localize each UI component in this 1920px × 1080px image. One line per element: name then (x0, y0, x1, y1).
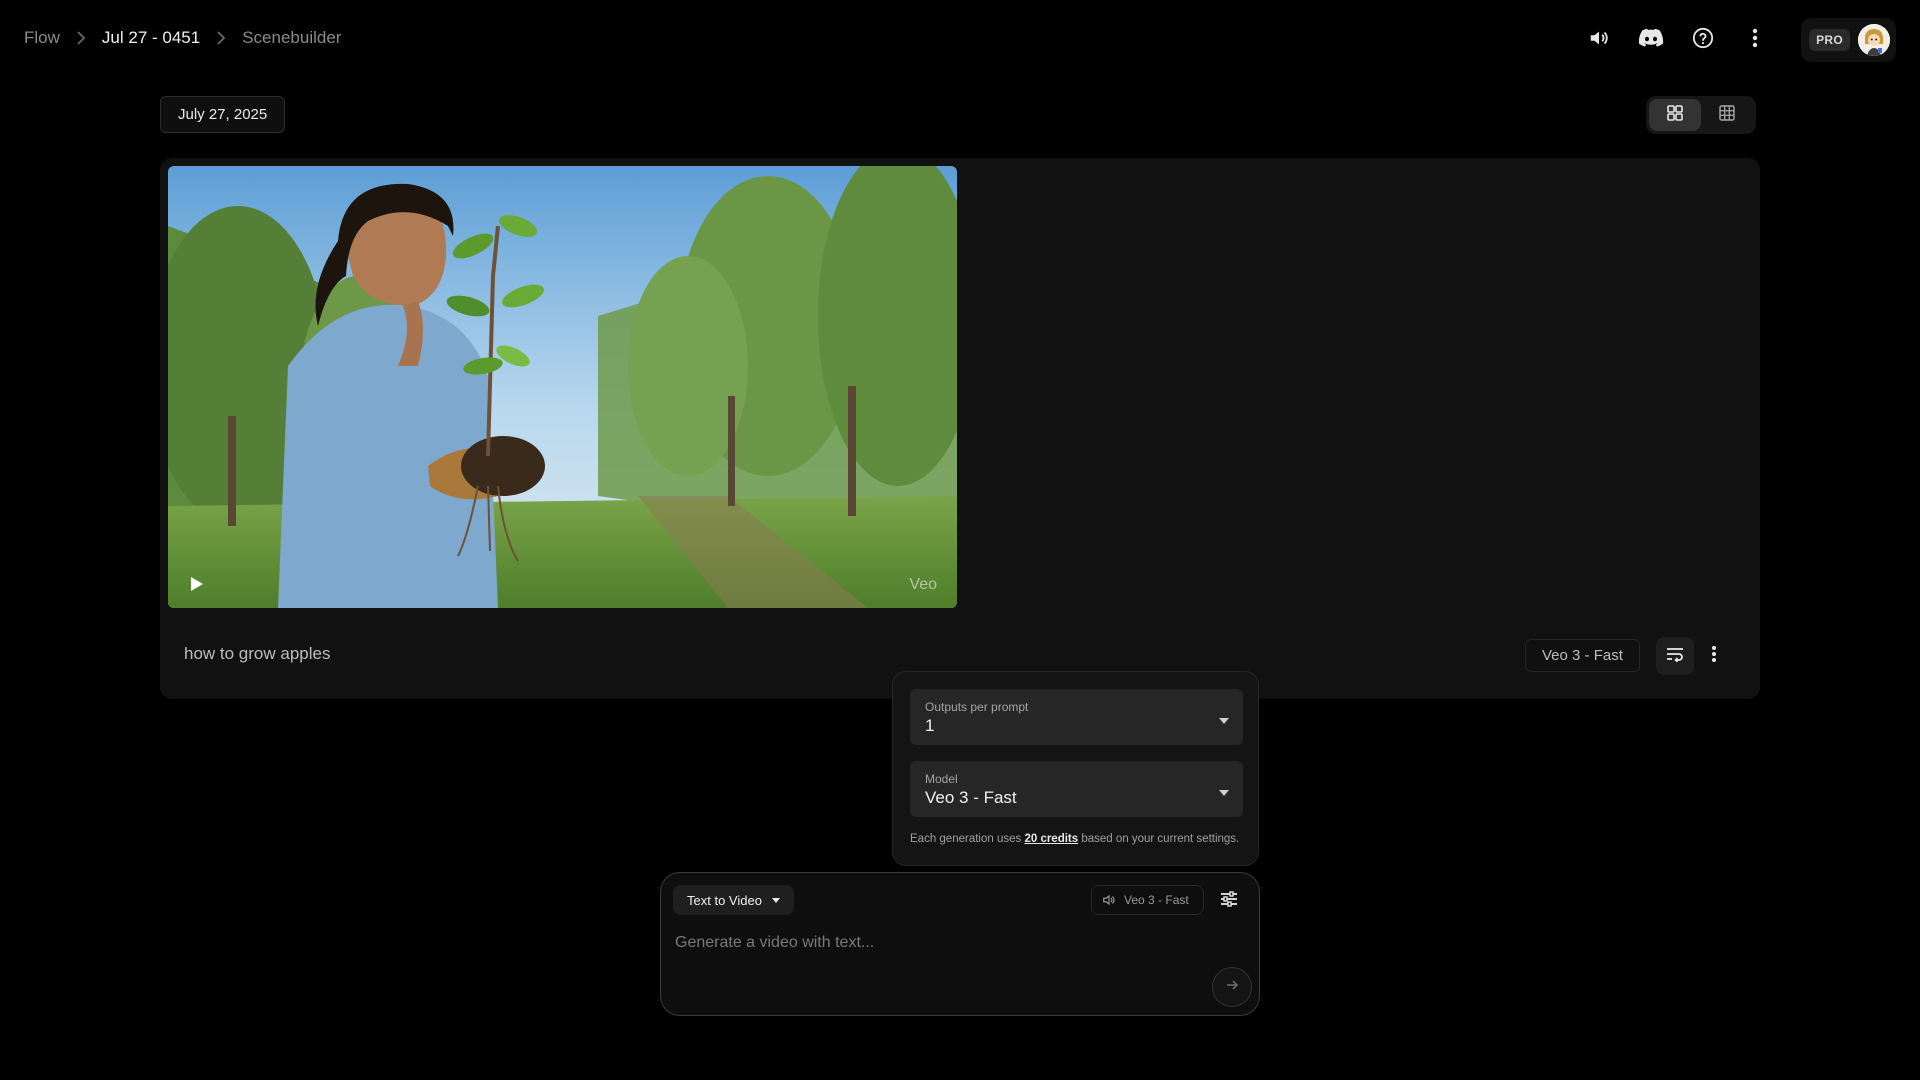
veo-watermark: Veo (909, 576, 937, 593)
scene-card: Veo how to grow apples Veo 3 - Fast (160, 158, 1760, 699)
wrap-text-icon (1666, 646, 1684, 667)
prompt-input[interactable] (675, 929, 1235, 957)
composer-model-label: Veo 3 - Fast (1124, 893, 1189, 907)
tune-icon (1220, 890, 1238, 912)
prompt-text: how to grow apples (184, 644, 331, 663)
breadcrumb: Flow Jul 27 - 0451 Scenebuilder (24, 28, 341, 48)
outputs-per-prompt-label: Outputs per prompt (925, 700, 1029, 714)
mode-label: Text to Video (687, 892, 762, 908)
help-button[interactable] (1681, 18, 1725, 62)
composer-model-chip[interactable]: Veo 3 - Fast (1091, 885, 1204, 915)
volume-icon (1102, 893, 1116, 907)
view-grid-small-button[interactable] (1701, 99, 1753, 131)
credits-note: Each generation uses 20 credits based on… (910, 833, 1239, 845)
more-options-button[interactable] (1733, 18, 1777, 62)
avatar[interactable] (1858, 24, 1890, 56)
settings-tune-button[interactable] (1213, 885, 1245, 917)
model-select[interactable]: Model Veo 3 - Fast (910, 761, 1243, 817)
play-icon[interactable] (186, 574, 206, 594)
video-thumbnail[interactable]: Veo (168, 166, 957, 608)
pro-badge: PRO (1809, 29, 1850, 51)
caret-down-icon (1219, 711, 1229, 729)
outputs-per-prompt-select[interactable]: Outputs per prompt 1 (910, 689, 1243, 745)
outputs-per-prompt-value: 1 (925, 716, 935, 735)
chevron-right-icon (216, 31, 226, 45)
more-vert-icon (1711, 645, 1717, 668)
view-grid-large-button[interactable] (1649, 99, 1701, 131)
volume-button[interactable] (1577, 18, 1621, 62)
chevron-right-icon (76, 31, 86, 45)
model-chip[interactable]: Veo 3 - Fast (1525, 639, 1640, 672)
grid-small-icon (1719, 104, 1735, 126)
breadcrumb-scenebuilder[interactable]: Scenebuilder (242, 28, 341, 48)
help-icon (1692, 27, 1714, 54)
send-button[interactable] (1212, 967, 1252, 1007)
generation-settings-popover: Outputs per prompt 1 Model Veo 3 - Fast … (892, 671, 1259, 866)
discord-button[interactable] (1629, 18, 1673, 62)
discord-icon (1638, 28, 1664, 53)
breadcrumb-flow[interactable]: Flow (24, 28, 60, 48)
credits-link[interactable]: 20 credits (1024, 833, 1078, 845)
caret-down-icon (771, 897, 780, 903)
top-actions: PRO (1569, 18, 1896, 62)
grid-large-icon (1667, 104, 1683, 126)
view-toggle (1646, 96, 1756, 134)
credits-note-suffix: based on your current settings. (1078, 833, 1240, 845)
model-label: Model (925, 772, 958, 786)
prompt-composer: Text to Video Veo 3 - Fast (660, 872, 1260, 1016)
video-frame (168, 166, 957, 608)
arrow-right-icon (1225, 978, 1239, 997)
credits-note-prefix: Each generation uses (910, 833, 1025, 845)
card-more-button[interactable] (1695, 637, 1733, 675)
mode-dropdown[interactable]: Text to Video (673, 885, 794, 915)
top-bar: Flow Jul 27 - 0451 Scenebuilder PRO (0, 0, 1920, 80)
account-menu[interactable]: PRO (1801, 18, 1896, 62)
more-vert-icon (1752, 28, 1758, 53)
date-chip[interactable]: July 27, 2025 (160, 96, 286, 133)
breadcrumb-project[interactable]: Jul 27 - 0451 (102, 28, 200, 48)
volume-icon (1588, 27, 1610, 54)
model-value: Veo 3 - Fast (925, 788, 1017, 807)
caret-down-icon (1219, 783, 1229, 801)
reuse-prompt-button[interactable] (1656, 637, 1694, 675)
